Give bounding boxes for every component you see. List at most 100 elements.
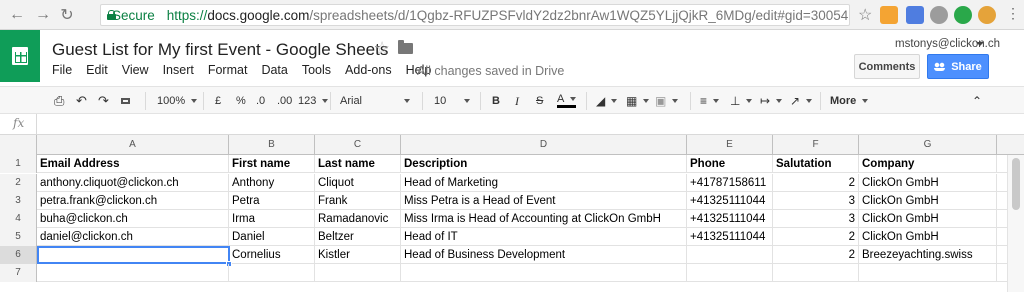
cell[interactable]: Company — [859, 155, 997, 173]
vertical-scrollbar[interactable] — [1007, 155, 1024, 292]
redo-icon[interactable]: ↷ — [98, 93, 109, 109]
save-status[interactable]: All changes saved in Drive — [417, 64, 564, 78]
column-header-g[interactable]: G — [859, 135, 997, 155]
cell[interactable]: Miss Petra is a Head of Event — [401, 192, 687, 210]
column-header-a[interactable]: A — [37, 135, 229, 155]
cell[interactable]: Head of Marketing — [401, 174, 687, 192]
strikethrough-button[interactable]: S — [536, 93, 543, 109]
cell[interactable]: First name — [229, 155, 315, 173]
row-header[interactable]: 2 — [0, 174, 37, 192]
text-wrap-icon[interactable]: ↦ — [760, 93, 783, 109]
font-family-select[interactable]: Arial — [340, 93, 410, 109]
cell[interactable]: petra.frank@clickon.ch — [37, 192, 229, 210]
select-all-corner[interactable] — [0, 135, 37, 155]
cell[interactable] — [859, 264, 997, 282]
borders-icon[interactable]: ▦ — [626, 93, 650, 109]
more-button[interactable]: More — [830, 93, 869, 109]
cell[interactable]: +41325111044 — [687, 210, 773, 228]
bold-button[interactable]: B — [492, 93, 500, 109]
star-icon[interactable]: ☆ — [374, 38, 390, 59]
cell[interactable] — [687, 264, 773, 282]
cell[interactable]: ClickOn GmbH — [859, 228, 997, 246]
sheets-logo-icon[interactable] — [0, 30, 40, 82]
extension-round-icon[interactable] — [930, 6, 948, 24]
row-header[interactable]: 6 — [0, 246, 37, 264]
bookmark-star-icon[interactable]: ☆ — [858, 5, 872, 25]
horizontal-align-icon[interactable]: ≡ — [700, 93, 720, 109]
cell[interactable]: Miss Irma is Head of Accounting at Click… — [401, 210, 687, 228]
folder-icon[interactable] — [398, 40, 413, 54]
cell[interactable] — [229, 264, 315, 282]
currency-format-button[interactable]: £ — [215, 93, 221, 109]
menu-format[interactable]: Format — [208, 63, 248, 77]
comments-button[interactable]: Comments — [854, 54, 920, 79]
percent-format-button[interactable]: % — [236, 93, 246, 109]
cell[interactable]: Irma — [229, 210, 315, 228]
cell[interactable]: Daniel — [229, 228, 315, 246]
row-header[interactable]: 3 — [0, 192, 37, 210]
cell[interactable] — [37, 264, 229, 282]
increase-decimals-button[interactable]: .00 — [277, 93, 292, 109]
decrease-decimals-button[interactable]: .0 — [256, 93, 265, 109]
menu-view[interactable]: View — [122, 63, 149, 77]
row-header[interactable]: 1 — [0, 155, 37, 173]
cell[interactable]: Petra — [229, 192, 315, 210]
cell[interactable]: 3 — [773, 210, 859, 228]
cell[interactable]: Beltzer — [315, 228, 401, 246]
forward-icon[interactable]: → — [32, 4, 54, 26]
paint-format-icon[interactable] — [121, 93, 130, 109]
document-title[interactable]: Guest List for My first Event - Google S… — [52, 40, 388, 60]
cell[interactable]: +41325111044 — [687, 192, 773, 210]
cell[interactable]: Salutation — [773, 155, 859, 173]
selected-cell[interactable] — [37, 246, 230, 264]
column-header-c[interactable]: C — [315, 135, 401, 155]
back-icon[interactable]: ← — [6, 4, 28, 26]
scrollbar-thumb[interactable] — [1012, 158, 1020, 210]
font-size-select[interactable]: 10 — [434, 93, 472, 109]
menu-file[interactable]: File — [52, 63, 72, 77]
account-email[interactable]: mstonys@clickon.ch — [895, 38, 1000, 50]
cell[interactable]: Phone — [687, 155, 773, 173]
cell[interactable] — [401, 264, 687, 282]
cell[interactable]: Cliquot — [315, 174, 401, 192]
menu-addons[interactable]: Add-ons — [345, 63, 392, 77]
italic-button[interactable]: I — [515, 93, 519, 109]
print-icon[interactable]: ⎙ — [54, 93, 64, 109]
column-header-d[interactable]: D — [401, 135, 687, 155]
cell[interactable]: daniel@clickon.ch — [37, 228, 229, 246]
text-rotation-icon[interactable]: ↗ — [790, 93, 813, 109]
extension-g-icon[interactable] — [954, 6, 972, 24]
text-color-button[interactable]: A — [557, 93, 577, 108]
cell[interactable]: Last name — [315, 155, 401, 173]
cell[interactable]: Frank — [315, 192, 401, 210]
collapse-toolbar-icon[interactable]: ⌃ — [972, 93, 982, 109]
row-header[interactable]: 5 — [0, 228, 37, 246]
cell[interactable]: Head of IT — [401, 228, 687, 246]
vertical-align-icon[interactable]: ⊥ — [730, 93, 753, 109]
cell[interactable]: buha@clickon.ch — [37, 210, 229, 228]
extension-cast-icon[interactable] — [906, 6, 924, 24]
menu-tools[interactable]: Tools — [302, 63, 331, 77]
column-header-f[interactable]: F — [773, 135, 859, 155]
menu-edit[interactable]: Edit — [86, 63, 108, 77]
cell[interactable]: Breezeyachting.swiss — [859, 246, 997, 264]
undo-icon[interactable]: ↶ — [76, 93, 87, 109]
cell[interactable]: Ramadanovic — [315, 210, 401, 228]
cell[interactable]: +41787158611 — [687, 174, 773, 192]
cell[interactable] — [687, 246, 773, 264]
cell[interactable]: 2 — [773, 174, 859, 192]
cell[interactable]: ClickOn GmbH — [859, 192, 997, 210]
menu-data[interactable]: Data — [261, 63, 287, 77]
address-bar[interactable]: Secure https://docs.google.com/spreadshe… — [100, 4, 850, 26]
cell[interactable]: Anthony — [229, 174, 315, 192]
formula-input[interactable] — [42, 117, 1002, 132]
cell[interactable] — [315, 264, 401, 282]
fill-color-icon[interactable]: ◢ — [596, 93, 618, 109]
cell[interactable]: Head of Business Development — [401, 246, 687, 264]
zoom-select[interactable]: 100% — [157, 93, 198, 109]
column-header-e[interactable]: E — [687, 135, 773, 155]
cell[interactable]: anthony.cliquot@clickon.ch — [37, 174, 229, 192]
cell[interactable]: 2 — [773, 228, 859, 246]
account-caret-icon[interactable] — [976, 42, 984, 46]
reload-icon[interactable]: ↻ — [56, 4, 78, 26]
